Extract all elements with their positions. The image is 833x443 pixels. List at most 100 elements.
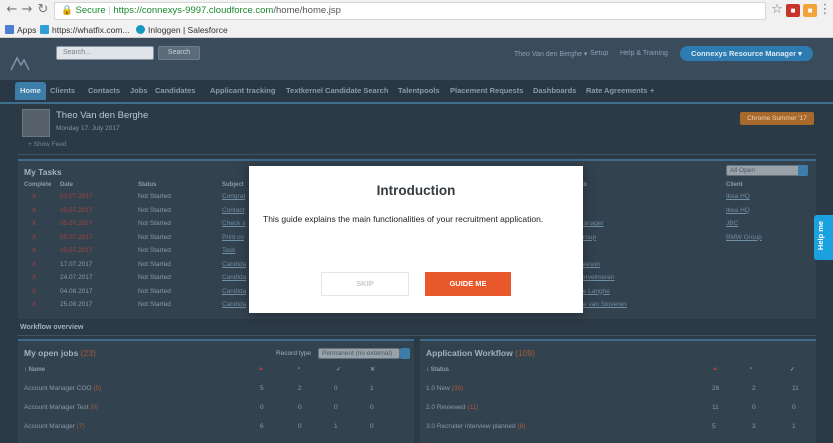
task-client-link[interactable]: Ikea HQ <box>726 193 750 200</box>
complete-toggle[interactable]: X <box>32 261 36 268</box>
tab-rate-agreements[interactable]: Rate Agreements <box>586 86 647 95</box>
task-date: 24.07.2017 <box>60 274 93 281</box>
star-icon[interactable]: ☆ <box>770 3 784 17</box>
task-date: 25.08.2017 <box>60 301 93 308</box>
forward-icon[interactable]: → <box>20 3 34 17</box>
tab-contacts[interactable]: Contacts <box>88 86 120 95</box>
task-subject-link[interactable]: Check s <box>222 220 245 227</box>
bookmark-apps[interactable]: Apps <box>5 22 36 38</box>
tab-home[interactable]: Home <box>15 82 46 100</box>
skip-button[interactable]: SKIP <box>321 272 409 296</box>
task-client-link[interactable]: Ikea HQ <box>726 207 750 214</box>
show-feed-link[interactable]: + Show Feed <box>28 141 67 148</box>
tasks-filter-select[interactable]: All Open <box>726 165 808 176</box>
profile-name[interactable]: Theo Van den Berghe <box>56 110 148 121</box>
task-subject-link[interactable]: Candida <box>222 301 246 308</box>
release-banner-button[interactable]: Chrome Summer '17 <box>740 112 814 125</box>
task-subject-link[interactable]: Contact <box>222 207 244 214</box>
job-stat: 1 <box>370 385 374 392</box>
complete-toggle[interactable]: X <box>32 288 36 295</box>
tab-applicant-tracking[interactable]: Applicant tracking <box>210 86 275 95</box>
job-name-link[interactable]: Account Manager Test (0) <box>24 404 98 411</box>
workflow-stat: 2 <box>752 385 756 392</box>
help-training-link[interactable]: Help & Training <box>620 50 668 57</box>
user-menu[interactable]: Theo Van den Berghe ▾ <box>514 50 587 58</box>
task-subject-link[interactable]: Candida <box>222 288 246 295</box>
reload-icon[interactable]: ↻ <box>36 3 50 17</box>
alert-icon: ▲ <box>258 366 264 372</box>
divider <box>18 154 816 155</box>
extension-icon[interactable]: ■ <box>803 4 817 17</box>
task-subject-link[interactable]: Candida <box>222 274 246 281</box>
task-date: 03.07.2017 <box>60 193 93 200</box>
job-name-link[interactable]: Account Manager COO (5) <box>24 385 101 392</box>
workflow-stat: 5 <box>712 423 716 430</box>
task-subject-link[interactable]: Task <box>222 247 235 254</box>
modal-text: This guide explains the main functionali… <box>263 214 544 224</box>
complete-toggle[interactable]: X <box>32 193 36 200</box>
job-stat: 0 <box>334 385 338 392</box>
task-status: Not Started <box>138 287 171 295</box>
task-subject-link[interactable]: Print co <box>222 234 244 241</box>
check-icon: ✓ <box>336 367 342 373</box>
task-date: 05.07.2017 <box>60 206 93 214</box>
complete-toggle[interactable]: X <box>32 207 36 214</box>
workflow-status-link[interactable]: 3.0 Recruiter interview planned (8) <box>426 423 525 430</box>
complete-toggle[interactable]: X <box>32 301 36 308</box>
chevron-down-icon[interactable] <box>400 348 410 359</box>
task-date: 05.07.2017 <box>60 233 93 241</box>
guide-me-button[interactable]: GUIDE ME <box>425 272 511 296</box>
tasks-title: My Tasks <box>24 167 62 177</box>
address-row: ← → ↻ 🔒 Secure | https://connexys-9997.c… <box>0 0 833 22</box>
bookmark-salesforce[interactable]: Inloggen | Salesforce <box>136 22 228 38</box>
job-count: (5) <box>93 385 102 392</box>
complete-toggle[interactable]: X <box>32 234 36 241</box>
tab-bar: Home Clients Contacts Jobs Candidates Ap… <box>0 80 833 104</box>
workflow-stat: 11 <box>792 385 799 392</box>
address-bar[interactable]: 🔒 Secure | https://connexys-9997.cloudfo… <box>54 2 766 20</box>
tab-jobs[interactable]: Jobs <box>130 86 148 95</box>
job-stat: 0 <box>298 423 302 430</box>
tab-candidates[interactable]: Candidates <box>155 86 195 95</box>
setup-link[interactable]: Setup <box>590 50 608 57</box>
task-client-link[interactable]: BMW Group <box>726 234 762 241</box>
search-button[interactable]: Search <box>158 46 200 60</box>
task-status: Not Started <box>138 247 171 254</box>
task-status: Not Started <box>138 193 171 200</box>
menu-icon[interactable]: ⋮ <box>818 3 832 17</box>
tab-add[interactable]: + <box>650 86 654 95</box>
workflow-status-link[interactable]: 2.0 Reviewed (11) <box>426 404 478 411</box>
task-client-link[interactable]: JBC <box>726 220 738 227</box>
job-name-link[interactable]: Account Manager (7) <box>24 423 85 430</box>
chevron-down-icon[interactable] <box>798 165 808 176</box>
task-date: 04.08.2017 <box>60 287 93 295</box>
back-icon[interactable]: ← <box>5 3 19 17</box>
task-status: Not Started <box>138 301 171 308</box>
help-me-tab[interactable]: Help me <box>814 215 833 260</box>
tab-clients[interactable]: Clients <box>50 86 75 95</box>
complete-toggle[interactable]: X <box>32 247 36 254</box>
tab-textkernel-search[interactable]: Textkernel Candidate Search <box>286 86 388 95</box>
task-to-link[interactable]: Vervelmeren <box>578 274 615 281</box>
task-to-link[interactable]: ole van Stoveren <box>578 301 627 308</box>
app-switcher[interactable]: Connexys Resource Manager ▾ <box>680 46 813 61</box>
complete-toggle[interactable]: X <box>32 220 36 227</box>
tab-talentpools[interactable]: Talentpools <box>398 86 440 95</box>
task-subject-link[interactable]: Candida <box>222 261 246 268</box>
complete-toggle[interactable]: X <box>32 274 36 281</box>
job-stat: 0 <box>298 404 302 411</box>
task-subject-link[interactable]: Congrat <box>222 193 245 200</box>
col-status: Status <box>138 182 157 188</box>
modal-title: Introduction <box>376 183 456 198</box>
app-workflow-panel: Application Workflow (109) ↕ Status ▲ • … <box>420 339 816 443</box>
workflow-count: (39) <box>451 385 464 392</box>
extension-icon[interactable]: ■ <box>786 4 800 17</box>
search-input[interactable]: Search... <box>56 46 154 60</box>
workflow-status-link[interactable]: 1.0 New (39) <box>426 385 463 392</box>
col-complete: Complete <box>24 182 52 188</box>
tab-placement-requests[interactable]: Placement Requests <box>450 86 523 95</box>
bookmarks-bar: Apps https://whatfix.com... Inloggen | S… <box>0 22 833 38</box>
record-type-select[interactable]: Permanent (no external) <box>318 348 400 359</box>
bookmark-whatfix[interactable]: https://whatfix.com... <box>40 22 129 38</box>
tab-dashboards[interactable]: Dashboards <box>533 86 576 95</box>
